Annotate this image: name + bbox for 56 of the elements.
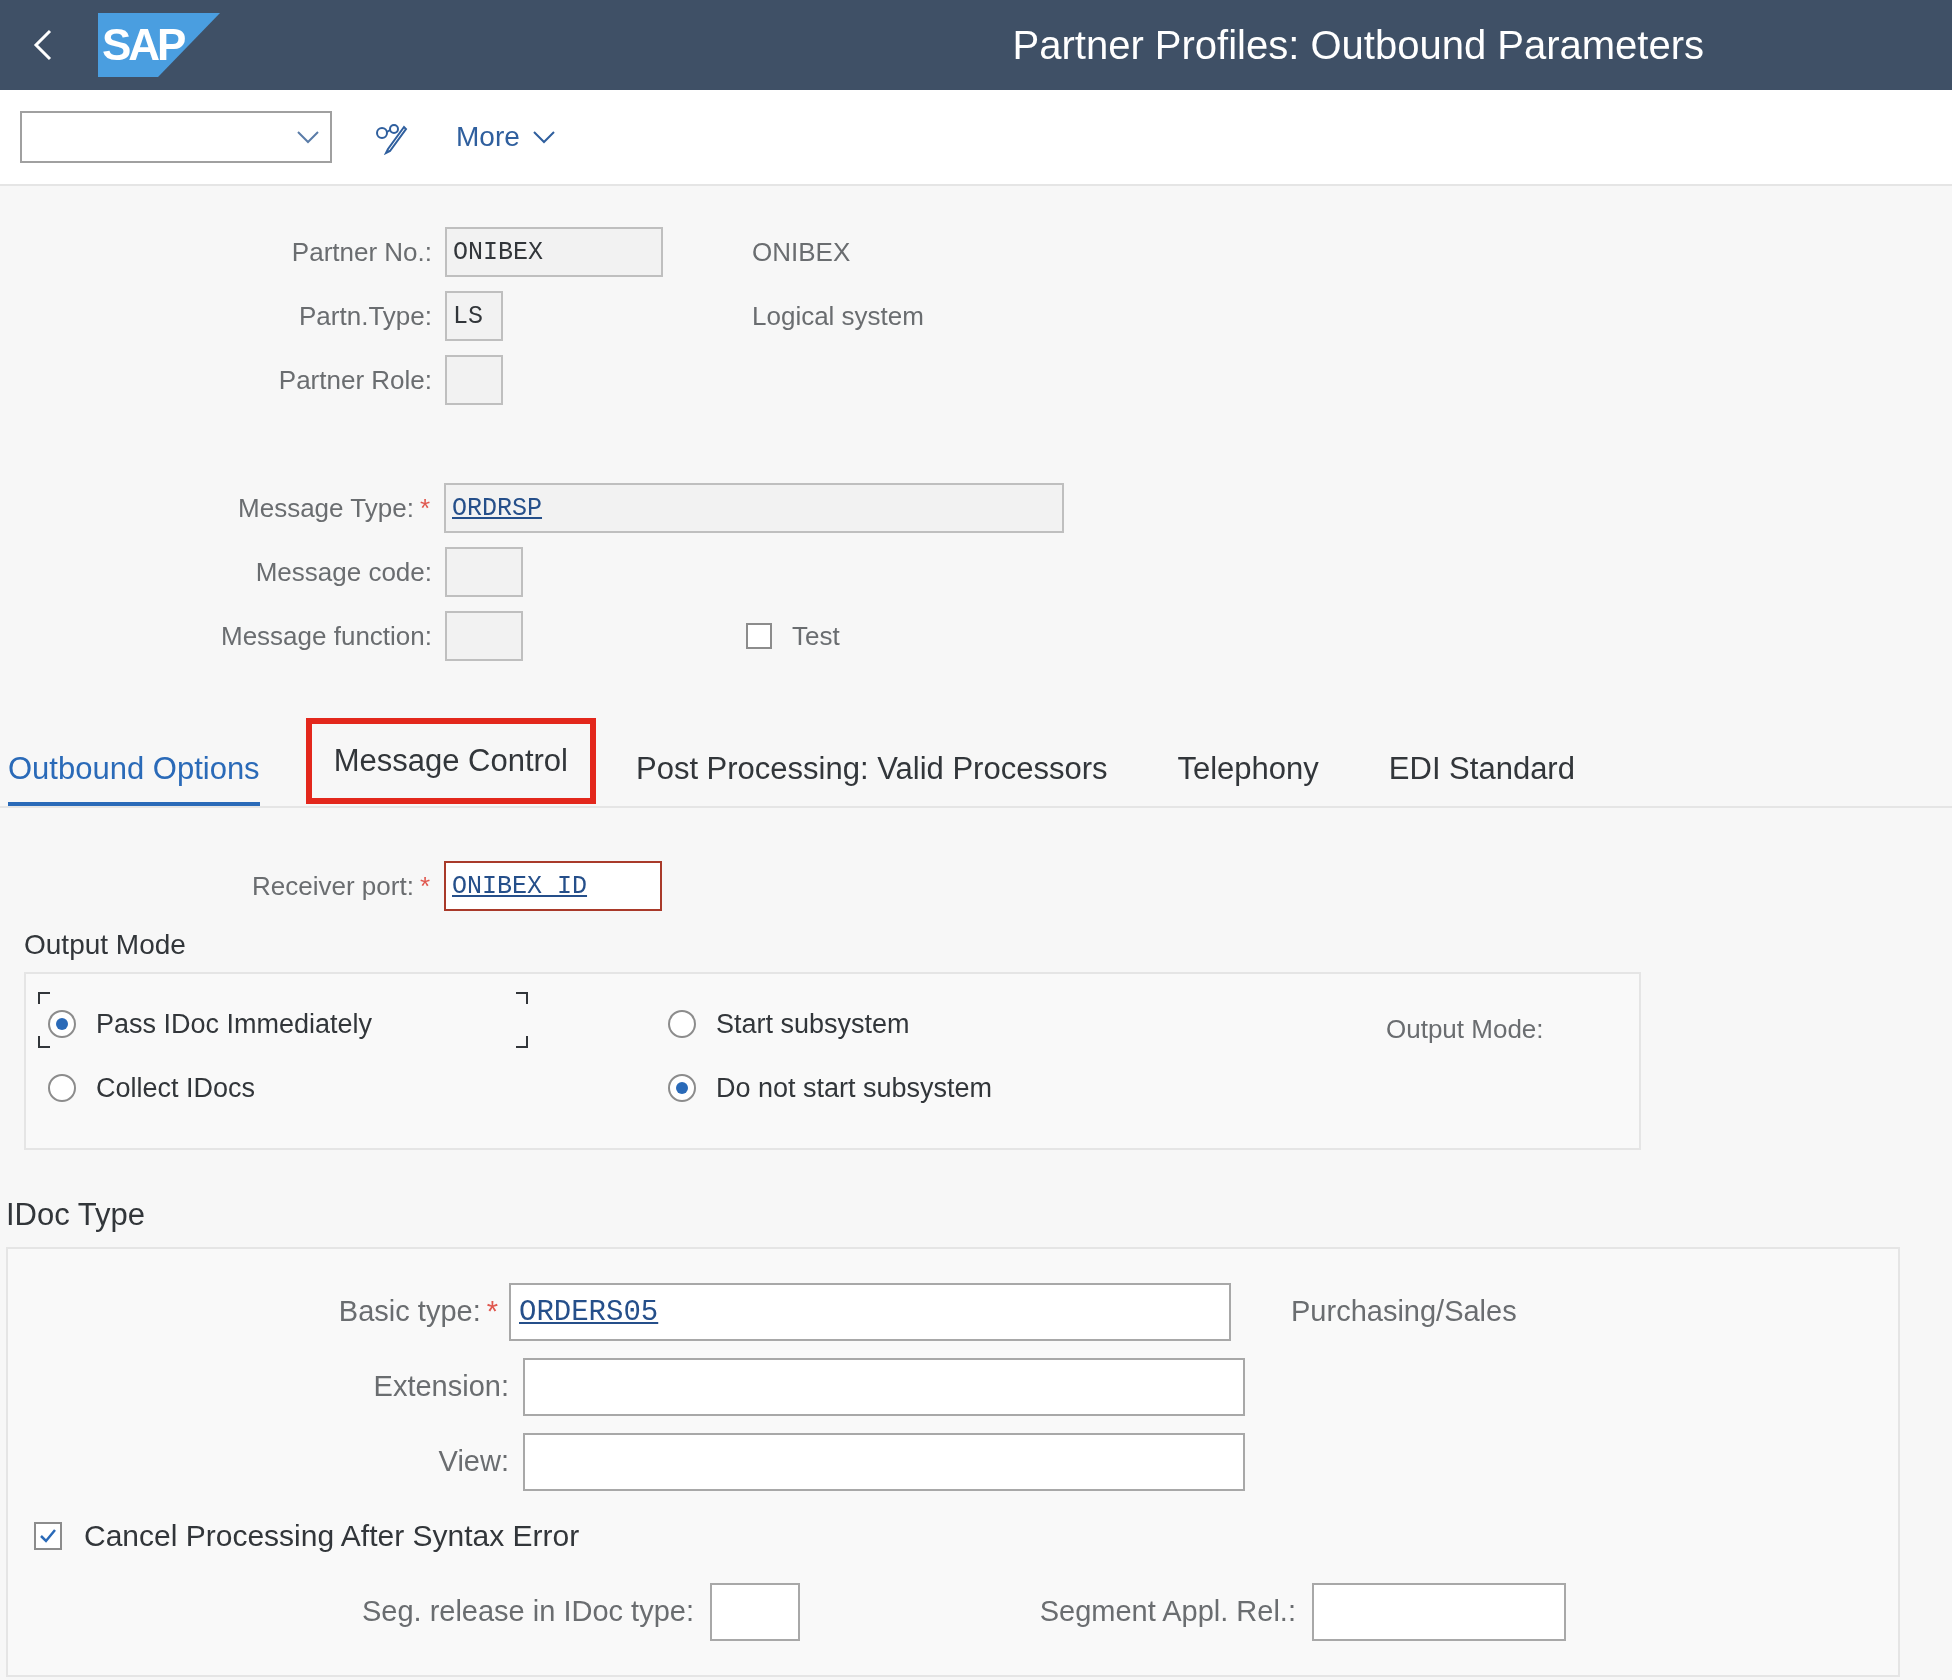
chevron-down-icon: [531, 130, 556, 144]
field-label: Message Type:: [238, 491, 414, 525]
field-label: Message code:: [255, 555, 432, 589]
radio-label: Do not start subsystem: [716, 1071, 993, 1105]
tab[interactable]: EDI Standard: [1388, 745, 1575, 806]
radio-button[interactable]: [48, 1010, 76, 1038]
checkbox-label: Cancel Processing After Syntax Error: [84, 1518, 580, 1554]
text-field[interactable]: ONIBEX: [445, 227, 663, 277]
text-field[interactable]: [445, 355, 503, 405]
field-label: Segment Appl. Rel.:: [1038, 1593, 1296, 1629]
required-mark: *: [419, 869, 430, 903]
radio-button[interactable]: [48, 1074, 76, 1102]
text-field[interactable]: [445, 547, 523, 597]
required-mark: *: [486, 1294, 498, 1330]
text-field[interactable]: ONIBEX_ID: [444, 861, 662, 911]
radio-label: Collect IDocs: [96, 1071, 256, 1105]
required-mark: *: [419, 491, 430, 525]
field-label: Extension:: [373, 1369, 509, 1405]
field-label: Partn.Type:: [299, 299, 432, 333]
checkbox[interactable]: [746, 623, 772, 649]
text-field[interactable]: [710, 1582, 800, 1641]
dropdown-field[interactable]: [20, 111, 332, 163]
text-field[interactable]: [445, 611, 523, 661]
checkbox-label: Test: [792, 619, 840, 653]
text-field[interactable]: [1312, 1582, 1566, 1641]
radio-button[interactable]: [668, 1074, 696, 1102]
field-label: Seg. release in IDoc type:: [360, 1593, 694, 1629]
field-description: Purchasing/Sales: [1291, 1294, 1517, 1330]
tab[interactable]: Outbound Options: [8, 745, 260, 806]
field-label: Output Mode:: [1386, 1013, 1544, 1046]
field-label: Partner Role:: [278, 363, 432, 397]
radio-label: Start subsystem: [716, 1007, 910, 1041]
text-field[interactable]: [523, 1433, 1245, 1491]
text-field[interactable]: [523, 1358, 1245, 1416]
window-title: Partner Profiles: Outbound Parameters: [1012, 22, 1704, 69]
chevron-down-icon: [296, 130, 320, 144]
more-menu-button[interactable]: More: [456, 116, 556, 158]
tab[interactable]: Message Control: [305, 717, 596, 804]
tab[interactable]: Telephony: [1177, 745, 1319, 806]
field-label: Message function:: [221, 619, 432, 653]
field-description: ONIBEX: [752, 235, 851, 269]
checkbox[interactable]: [34, 1521, 62, 1550]
radio-button[interactable]: [668, 1010, 696, 1038]
section-title: IDoc Type: [6, 1196, 146, 1234]
field-label: Basic type:: [338, 1294, 481, 1330]
field-label: Partner No.:: [291, 235, 432, 269]
text-field[interactable]: ORDERS05: [509, 1283, 1231, 1341]
section-title: Output Mode: [24, 928, 187, 962]
field-label: View:: [438, 1444, 509, 1480]
radio-label: Pass IDoc Immediately: [96, 1007, 373, 1041]
text-field[interactable]: LS: [445, 291, 503, 341]
field-description: Logical system: [752, 299, 924, 333]
logo: SAP: [98, 13, 220, 77]
text-field[interactable]: ORDRSP: [444, 483, 1064, 533]
tab[interactable]: Post Processing: Valid Processors: [635, 745, 1108, 806]
field-label: Receiver port:: [252, 869, 414, 903]
